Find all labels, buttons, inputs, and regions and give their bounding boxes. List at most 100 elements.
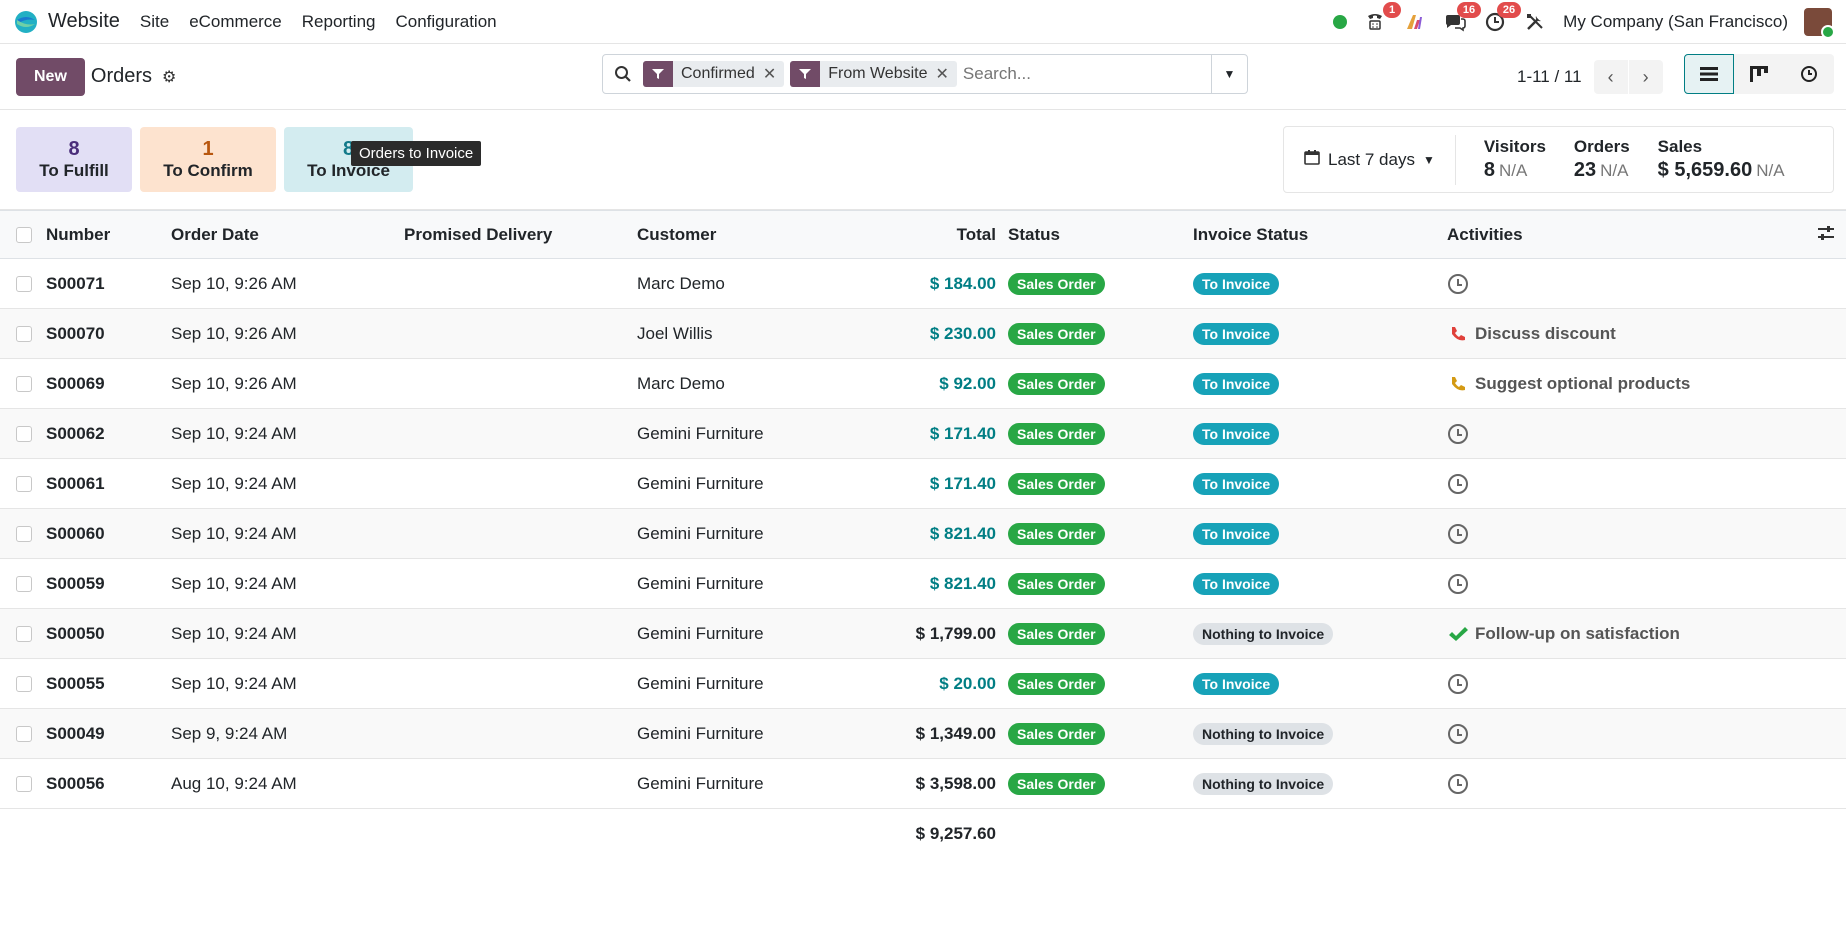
order-date: Sep 10, 9:26 AM bbox=[171, 323, 297, 343]
sales-dashboard: 8 To Fulfill 1 To Confirm 8 To Invoice L… bbox=[0, 110, 1846, 210]
close-icon[interactable]: ✕ bbox=[936, 61, 957, 87]
invoice-status-badge: Nothing to Invoice bbox=[1193, 622, 1334, 645]
facet-label: From Website bbox=[828, 65, 928, 82]
activity[interactable] bbox=[1447, 423, 1806, 445]
customer: Gemini Furniture bbox=[637, 673, 764, 693]
phone-icon[interactable]: 1 bbox=[1363, 1, 1402, 34]
header-total[interactable]: Total bbox=[818, 211, 1008, 259]
clock-icon[interactable] bbox=[1447, 423, 1469, 445]
activity[interactable]: Suggest optional products bbox=[1447, 373, 1806, 395]
pager-value[interactable]: 1-11 / 11 bbox=[1517, 67, 1582, 87]
menu-reporting[interactable]: Reporting bbox=[302, 12, 376, 32]
company-switcher[interactable]: My Company (San Francisco) bbox=[1563, 12, 1788, 32]
activity-view-icon[interactable] bbox=[1784, 54, 1834, 94]
activity[interactable] bbox=[1447, 773, 1806, 795]
activity[interactable] bbox=[1447, 673, 1806, 695]
phone-orange-icon[interactable] bbox=[1447, 373, 1469, 395]
invoice-status-badge: To Invoice bbox=[1193, 522, 1280, 545]
table-row[interactable]: S00059 Sep 10, 9:24 AM Gemini Furniture $ 8… bbox=[0, 559, 1846, 609]
kanban-view-icon[interactable] bbox=[1734, 54, 1784, 94]
close-icon[interactable]: ✕ bbox=[763, 61, 784, 87]
customer: Joel Willis bbox=[637, 323, 713, 343]
order-total: $ 1,799.00 bbox=[915, 623, 996, 643]
table-row[interactable]: S00069 Sep 10, 9:26 AM Marc Demo $ 92.00 Sal… bbox=[0, 359, 1846, 409]
activity[interactable] bbox=[1447, 573, 1806, 595]
status-badge: Sales Order bbox=[1008, 722, 1105, 745]
row-checkbox[interactable] bbox=[16, 676, 32, 693]
row-checkbox[interactable] bbox=[16, 326, 32, 343]
row-checkbox[interactable] bbox=[16, 426, 32, 443]
row-checkbox[interactable] bbox=[16, 776, 32, 793]
user-avatar[interactable] bbox=[1804, 7, 1835, 39]
table-row[interactable]: S00071 Sep 10, 9:26 AM Marc Demo $ 184.00 Sa… bbox=[0, 259, 1846, 309]
chevron-right-icon[interactable]: › bbox=[1628, 60, 1663, 94]
optional-columns-icon[interactable] bbox=[1818, 225, 1834, 244]
table-row[interactable]: S00070 Sep 10, 9:26 AM Joel Willis $ 230.00… bbox=[0, 308, 1846, 359]
header-status[interactable]: Status bbox=[1008, 211, 1193, 259]
row-checkbox[interactable] bbox=[16, 626, 32, 643]
app-title[interactable]: Website bbox=[48, 10, 120, 33]
tile-to-confirm[interactable]: 1 To Confirm bbox=[140, 127, 276, 192]
table-row[interactable]: S00049 Sep 9, 9:24 AM Gemini Furniture $ 1,… bbox=[0, 708, 1846, 759]
search-input[interactable] bbox=[962, 64, 1211, 84]
table-row[interactable]: S00050 Sep 10, 9:24 AM Gemini Furniture $ 1… bbox=[0, 608, 1846, 659]
activity[interactable] bbox=[1447, 473, 1806, 495]
status-badge: Sales Order bbox=[1008, 772, 1105, 795]
activity[interactable]: Follow-up on satisfaction bbox=[1447, 623, 1806, 645]
activity[interactable] bbox=[1447, 523, 1806, 545]
select-all-checkbox[interactable] bbox=[16, 227, 32, 244]
activity[interactable] bbox=[1447, 273, 1806, 295]
footer-total: $ 9,257.60 bbox=[915, 823, 996, 843]
row-checkbox[interactable] bbox=[16, 576, 32, 593]
online-status-icon[interactable] bbox=[1333, 14, 1348, 29]
menu-site[interactable]: Site bbox=[140, 12, 169, 32]
header-customer[interactable]: Customer bbox=[637, 211, 818, 259]
row-checkbox[interactable] bbox=[16, 726, 32, 743]
header-invoice-status[interactable]: Invoice Status bbox=[1193, 211, 1447, 259]
chat-icon[interactable]: 16 bbox=[1443, 1, 1482, 34]
top-navbar: Website Site eCommerce Reporting Configu… bbox=[0, 0, 1846, 44]
chevron-left-icon[interactable]: ‹ bbox=[1593, 60, 1628, 94]
period-selector[interactable]: Last 7 days ▼ bbox=[1284, 134, 1456, 185]
clock-icon[interactable] bbox=[1447, 723, 1469, 745]
check-icon[interactable] bbox=[1447, 623, 1469, 645]
row-checkbox[interactable] bbox=[16, 476, 32, 493]
activity[interactable]: Discuss discount bbox=[1447, 323, 1806, 345]
caret-down-icon[interactable]: ▼ bbox=[1211, 55, 1247, 93]
clock-icon[interactable] bbox=[1447, 673, 1469, 695]
row-checkbox[interactable] bbox=[16, 276, 32, 293]
tile-to-fulfill[interactable]: 8 To Fulfill bbox=[16, 127, 132, 192]
gear-icon[interactable]: ⚙ bbox=[162, 67, 176, 87]
header-promised-delivery[interactable]: Promised Delivery bbox=[404, 211, 637, 259]
phone-red-icon[interactable] bbox=[1447, 323, 1469, 345]
invoice-status-badge: To Invoice bbox=[1193, 572, 1280, 595]
row-checkbox[interactable] bbox=[16, 376, 32, 393]
table-row[interactable]: S00056 Aug 10, 9:24 AM Gemini Furniture $ 3… bbox=[0, 759, 1846, 809]
search-icon[interactable] bbox=[603, 65, 643, 83]
row-checkbox[interactable] bbox=[16, 526, 32, 543]
clock-icon[interactable] bbox=[1447, 473, 1469, 495]
clock-icon[interactable] bbox=[1447, 573, 1469, 595]
activity-clock-icon[interactable]: 26 bbox=[1483, 1, 1522, 34]
website-app-icon[interactable] bbox=[14, 10, 38, 34]
promised-delivery bbox=[404, 609, 637, 659]
list-view-icon[interactable] bbox=[1684, 54, 1734, 94]
order-number: S00069 bbox=[46, 373, 105, 393]
header-activities[interactable]: Activities bbox=[1447, 211, 1806, 259]
table-row[interactable]: S00061 Sep 10, 9:24 AM Gemini Furniture $ 1… bbox=[0, 459, 1846, 509]
tools-icon[interactable] bbox=[1523, 10, 1547, 34]
table-row[interactable]: S00055 Sep 10, 9:24 AM Gemini Furniture $ 2… bbox=[0, 659, 1846, 709]
clock-icon[interactable] bbox=[1447, 273, 1469, 295]
header-number[interactable]: Number bbox=[46, 211, 171, 259]
customer: Gemini Furniture bbox=[637, 573, 764, 593]
table-row[interactable]: S00060 Sep 10, 9:24 AM Gemini Furniture $ 8… bbox=[0, 508, 1846, 559]
clock-icon[interactable] bbox=[1447, 773, 1469, 795]
new-button[interactable]: New bbox=[16, 57, 85, 96]
ai-icon[interactable] bbox=[1403, 10, 1427, 34]
table-row[interactable]: S00062 Sep 10, 9:24 AM Gemini Furniture $ 1… bbox=[0, 408, 1846, 459]
header-order-date[interactable]: Order Date bbox=[171, 211, 404, 259]
menu-configuration[interactable]: Configuration bbox=[396, 12, 497, 32]
clock-icon[interactable] bbox=[1447, 523, 1469, 545]
menu-ecommerce[interactable]: eCommerce bbox=[189, 12, 282, 32]
activity[interactable] bbox=[1447, 723, 1806, 745]
